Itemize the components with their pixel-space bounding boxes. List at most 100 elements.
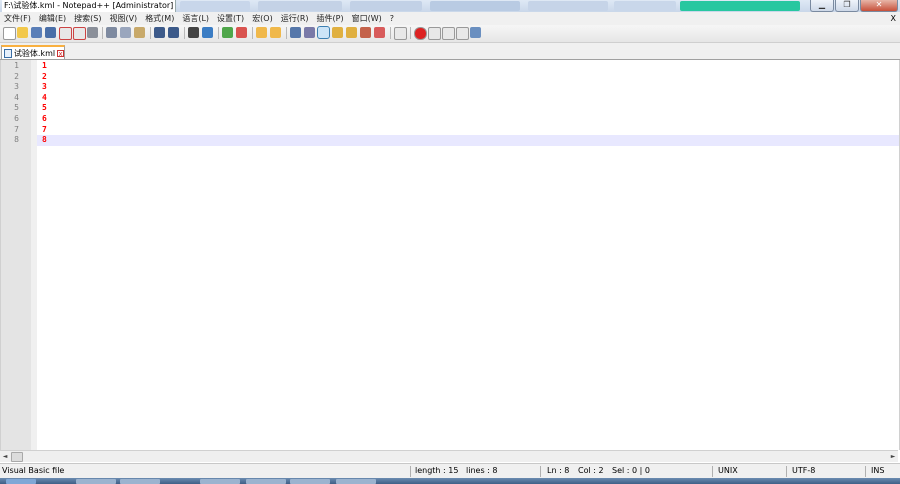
menu-plugins[interactable]: 插件(P) bbox=[313, 12, 348, 25]
toolbar-separator bbox=[150, 27, 151, 39]
toolbar bbox=[0, 25, 900, 43]
menu-file[interactable]: 文件(F) bbox=[0, 12, 35, 25]
save-all-icon[interactable] bbox=[45, 27, 56, 38]
toolbar-separator bbox=[286, 27, 287, 39]
status-separator bbox=[786, 466, 787, 477]
function-list-icon[interactable] bbox=[346, 27, 357, 38]
os-taskbar bbox=[0, 478, 900, 484]
line-number: 3 bbox=[14, 82, 19, 92]
print-icon[interactable] bbox=[87, 27, 98, 38]
taskbar-app-button[interactable] bbox=[200, 479, 240, 484]
status-separator bbox=[410, 466, 411, 477]
scroll-left-arrow[interactable]: ◄ bbox=[0, 452, 10, 461]
line-number: 7 bbox=[14, 124, 19, 134]
eye-icon[interactable] bbox=[394, 27, 407, 40]
line-number: 8 bbox=[14, 135, 19, 145]
blurred-taskbar-item bbox=[528, 1, 608, 11]
close-all-icon[interactable] bbox=[73, 27, 86, 40]
save-macro-icon[interactable] bbox=[470, 27, 481, 38]
indent-guide-icon[interactable] bbox=[317, 26, 330, 39]
status-bar: Visual Basic file length : 15 lines : 8 … bbox=[0, 463, 900, 478]
blurred-taskbar-item bbox=[180, 1, 250, 11]
toolbar-separator bbox=[252, 27, 253, 39]
menu-view[interactable]: 视图(V) bbox=[105, 12, 141, 25]
new-file-icon[interactable] bbox=[3, 27, 16, 40]
code-line: 3 bbox=[42, 82, 47, 92]
tab-document[interactable]: 试验体.kml x bbox=[1, 45, 65, 59]
record-macro-icon[interactable] bbox=[414, 27, 427, 40]
code-line: 5 bbox=[42, 103, 47, 113]
toolbar-separator bbox=[410, 27, 411, 39]
blurred-taskbar-item bbox=[430, 1, 520, 11]
taskbar-app-button[interactable] bbox=[336, 479, 376, 484]
menu-help[interactable]: ? bbox=[386, 12, 398, 25]
status-separator bbox=[540, 466, 541, 477]
menu-run[interactable]: 运行(R) bbox=[277, 12, 313, 25]
maximize-button[interactable]: ❐ bbox=[835, 0, 859, 12]
tab-label: 试验体.kml bbox=[13, 48, 56, 58]
fold-margin[interactable] bbox=[31, 60, 37, 450]
doc-map-icon[interactable] bbox=[332, 27, 343, 38]
redo-icon[interactable] bbox=[168, 27, 179, 38]
play-macro-icon[interactable] bbox=[442, 27, 455, 40]
window-title: F:\试验体.kml - Notepad++ [Administrator] bbox=[2, 0, 177, 12]
cut-icon[interactable] bbox=[106, 27, 117, 38]
code-line: 1 bbox=[42, 61, 47, 70]
menu-macro[interactable]: 宏(O) bbox=[248, 12, 277, 25]
menu-format[interactable]: 格式(M) bbox=[141, 12, 178, 25]
scroll-thumb[interactable] bbox=[11, 452, 23, 462]
code-line: 8 bbox=[42, 135, 47, 145]
blurred-taskbar-item bbox=[350, 1, 422, 11]
menu-settings[interactable]: 设置(T) bbox=[213, 12, 248, 25]
menu-edit[interactable]: 编辑(E) bbox=[35, 12, 70, 25]
zoom-out-icon[interactable] bbox=[236, 27, 247, 38]
status-separator bbox=[865, 466, 866, 477]
word-wrap-icon[interactable] bbox=[290, 27, 301, 38]
zoom-in-icon[interactable] bbox=[222, 27, 233, 38]
save-icon[interactable] bbox=[31, 27, 42, 38]
replace-icon[interactable] bbox=[202, 27, 213, 38]
title-bar: F:\试验体.kml - Notepad++ [Administrator] ▁… bbox=[0, 0, 900, 12]
toolbar-separator bbox=[218, 27, 219, 39]
status-eol-format[interactable]: UNIX bbox=[718, 464, 738, 478]
line-number: 6 bbox=[14, 114, 19, 123]
run-macro-multiple-icon[interactable] bbox=[456, 27, 469, 40]
toolbar-separator bbox=[390, 27, 391, 39]
menu-window[interactable]: 窗口(W) bbox=[348, 12, 386, 25]
close-document-button[interactable]: X bbox=[891, 12, 896, 25]
tab-close-icon[interactable]: x bbox=[57, 49, 64, 57]
status-encoding[interactable]: UTF-8 bbox=[792, 464, 815, 478]
status-insert-mode: INS bbox=[871, 466, 885, 475]
horizontal-scrollbar[interactable]: ◄ ► bbox=[0, 450, 898, 462]
copy-icon[interactable] bbox=[120, 27, 131, 38]
current-line-highlight bbox=[37, 135, 899, 146]
code-line: 2 bbox=[42, 71, 47, 81]
scroll-right-arrow[interactable]: ► bbox=[888, 452, 898, 461]
monitor-icon[interactable] bbox=[374, 27, 385, 38]
close-icon[interactable] bbox=[59, 27, 72, 40]
line-number: 4 bbox=[14, 92, 19, 102]
find-icon[interactable] bbox=[188, 27, 199, 38]
status-line-number: Ln : 8 bbox=[547, 466, 570, 475]
paste-icon[interactable] bbox=[134, 27, 145, 38]
undo-icon[interactable] bbox=[154, 27, 165, 38]
line-number: 1 bbox=[14, 61, 19, 70]
folder-workspace-icon[interactable] bbox=[360, 27, 371, 38]
menu-search[interactable]: 搜索(S) bbox=[70, 12, 105, 25]
stop-macro-icon[interactable] bbox=[428, 27, 441, 40]
start-button-icon[interactable] bbox=[6, 479, 36, 484]
sync-horizontal-icon[interactable] bbox=[270, 27, 281, 38]
menu-language[interactable]: 语言(L) bbox=[178, 12, 213, 25]
taskbar-app-button[interactable] bbox=[290, 479, 330, 484]
taskbar-app-button[interactable] bbox=[76, 479, 116, 484]
minimize-button[interactable]: ▁ bbox=[810, 0, 834, 12]
sync-vertical-icon[interactable] bbox=[256, 27, 267, 38]
taskbar-app-button[interactable] bbox=[120, 479, 160, 484]
show-all-chars-icon[interactable] bbox=[304, 27, 315, 38]
taskbar-app-button[interactable] bbox=[246, 479, 286, 484]
toolbar-separator bbox=[184, 27, 185, 39]
open-file-icon[interactable] bbox=[17, 27, 28, 38]
toolbar-separator bbox=[102, 27, 103, 39]
editor-area[interactable]: 1 2 3 4 5 6 7 8 1 2 3 4 5 6 7 8 bbox=[0, 60, 899, 450]
close-window-button[interactable]: ✕ bbox=[860, 0, 898, 12]
